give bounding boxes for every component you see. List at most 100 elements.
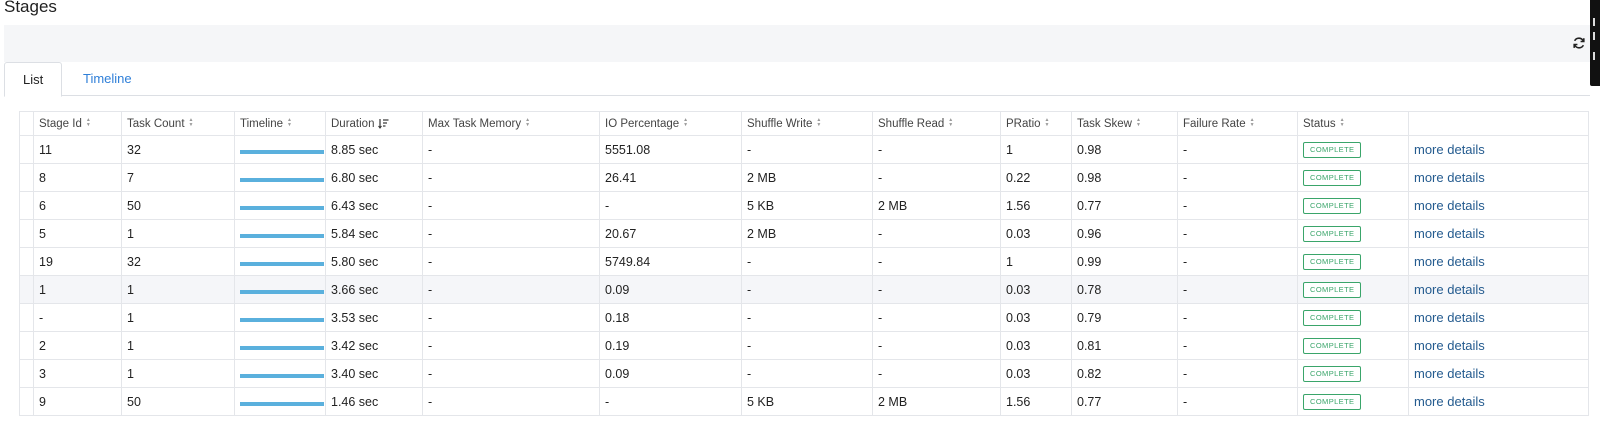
cell-details: more details bbox=[1408, 163, 1589, 192]
timeline-bar[interactable] bbox=[240, 317, 324, 322]
sort-desc-icon[interactable] bbox=[378, 118, 389, 129]
more-details-link[interactable]: more details bbox=[1414, 226, 1485, 241]
cell-failure-rate: - bbox=[1177, 135, 1298, 164]
timeline-bar[interactable] bbox=[240, 345, 324, 350]
column-header-shuffle-read[interactable]: Shuffle Read ▲ ▼ bbox=[872, 111, 1001, 136]
cell-status: COMPLETE bbox=[1297, 275, 1409, 304]
timeline-bar[interactable] bbox=[240, 289, 324, 294]
column-header-label: Duration bbox=[331, 117, 375, 130]
table-row[interactable]: 11 32 8.85 sec -5551.08- -1 0.98- COMPLETE more… bbox=[19, 135, 1589, 164]
cell-max-task-memory: - bbox=[422, 219, 600, 248]
sort-icon[interactable]: ▲ ▼ bbox=[86, 118, 91, 128]
cell-max-task-memory: - bbox=[422, 303, 600, 332]
sort-icon[interactable]: ▲ ▼ bbox=[816, 118, 821, 128]
cell-io-percentage: 0.09 bbox=[599, 275, 742, 304]
sort-icon[interactable]: ▲ ▼ bbox=[1250, 118, 1255, 128]
cell-timeline bbox=[234, 275, 326, 304]
timeline-bar[interactable] bbox=[240, 373, 324, 378]
table-row[interactable]: 6 50 6.43 sec - -5 KB 2 MB 1.56 0.77- COMPLETE mo… bbox=[19, 191, 1589, 220]
cell-status: COMPLETE bbox=[1297, 359, 1409, 388]
cell-shuffle-write: 2 MB bbox=[741, 219, 873, 248]
table-row[interactable]: 5 1 5.84 sec -20.67 2 MB -0.03 0.96- COMPLETE mo… bbox=[19, 219, 1589, 248]
table-row[interactable]: 9 50 1.46 sec - -5 KB 2 MB 1.56 0.77- COMPLETE mo… bbox=[19, 387, 1589, 416]
table-header-row: Stage Id ▲ ▼ Task Count ▲ ▼ Timeline ▲ ▼ Duration… bbox=[19, 111, 1589, 136]
table-row[interactable]: 3 1 3.40 sec -0.09- -0.03 0.82- COMPLETE more d… bbox=[19, 359, 1589, 388]
cell-stage-id: 2 bbox=[33, 331, 122, 360]
cell-pratio: 1.56 bbox=[1000, 387, 1072, 416]
header-spacer bbox=[19, 111, 34, 136]
cell-duration: 3.42 sec bbox=[325, 331, 423, 360]
more-details-link[interactable]: more details bbox=[1414, 142, 1485, 157]
sort-icon[interactable]: ▲ ▼ bbox=[683, 118, 688, 128]
sort-icon[interactable]: ▲ ▼ bbox=[525, 118, 530, 128]
row-spacer bbox=[19, 247, 34, 276]
cell-timeline bbox=[234, 191, 326, 220]
cell-failure-rate: - bbox=[1177, 247, 1298, 276]
timeline-bar[interactable] bbox=[240, 205, 324, 210]
toolbar-strip bbox=[4, 25, 1590, 62]
cell-shuffle-read: - bbox=[872, 275, 1001, 304]
more-details-link[interactable]: more details bbox=[1414, 310, 1485, 325]
cell-timeline bbox=[234, 219, 326, 248]
cell-shuffle-read: - bbox=[872, 359, 1001, 388]
row-spacer bbox=[19, 275, 34, 304]
more-details-link[interactable]: more details bbox=[1414, 366, 1485, 381]
cell-failure-rate: - bbox=[1177, 191, 1298, 220]
more-details-link[interactable]: more details bbox=[1414, 282, 1485, 297]
sort-icon[interactable]: ▲ ▼ bbox=[189, 118, 194, 128]
cell-io-percentage: 0.19 bbox=[599, 331, 742, 360]
timeline-bar[interactable] bbox=[240, 233, 324, 238]
column-header-task-skew[interactable]: Task Skew ▲ ▼ bbox=[1071, 111, 1178, 136]
cell-max-task-memory: - bbox=[422, 387, 600, 416]
column-header-io-percentage[interactable]: IO Percentage ▲ ▼ bbox=[599, 111, 742, 136]
timeline-bar[interactable] bbox=[240, 177, 324, 182]
column-header-stage-id[interactable]: Stage Id ▲ ▼ bbox=[33, 111, 122, 136]
tab-timeline[interactable]: Timeline bbox=[65, 62, 150, 96]
timeline-bar[interactable] bbox=[240, 401, 324, 406]
sort-icon[interactable]: ▲ ▼ bbox=[948, 118, 953, 128]
table-row[interactable]: 2 1 3.42 sec -0.19- -0.03 0.81- COMPLETE more d… bbox=[19, 331, 1589, 360]
cell-task-skew: 0.96 bbox=[1071, 219, 1178, 248]
more-details-link[interactable]: more details bbox=[1414, 198, 1485, 213]
timeline-bar[interactable] bbox=[240, 261, 324, 266]
stages-page: Stages List Timeline Stage Id ▲ ▼ Task C… bbox=[0, 0, 1600, 447]
row-spacer bbox=[19, 191, 34, 220]
table-row[interactable]: 19 32 5.80 sec -5749.84- -1 0.99- COMPLETE more… bbox=[19, 247, 1589, 276]
sort-icon[interactable]: ▲ ▼ bbox=[287, 118, 292, 128]
cell-timeline bbox=[234, 135, 326, 164]
cell-task-count: 32 bbox=[121, 135, 235, 164]
column-header-pratio[interactable]: PRatio ▲ ▼ bbox=[1000, 111, 1072, 136]
column-header-max-task-memory[interactable]: Max Task Memory ▲ ▼ bbox=[422, 111, 600, 136]
table-row[interactable]: 8 7 6.80 sec -26.41 2 MB -0.22 0.98- COMPLETE mo… bbox=[19, 163, 1589, 192]
column-header-failure-rate[interactable]: Failure Rate ▲ ▼ bbox=[1177, 111, 1298, 136]
sort-icon[interactable]: ▲ ▼ bbox=[1045, 118, 1050, 128]
table-row[interactable]: 1 1 3.66 sec -0.09- -0.03 0.78- COMPLETE more d… bbox=[19, 275, 1589, 304]
cell-status: COMPLETE bbox=[1297, 135, 1409, 164]
cell-max-task-memory: - bbox=[422, 191, 600, 220]
cell-shuffle-read: - bbox=[872, 135, 1001, 164]
cell-timeline bbox=[234, 387, 326, 416]
column-header-timeline[interactable]: Timeline ▲ ▼ bbox=[234, 111, 326, 136]
column-header-status[interactable]: Status ▲ ▼ bbox=[1297, 111, 1409, 136]
more-details-link[interactable]: more details bbox=[1414, 254, 1485, 269]
column-header-task-count[interactable]: Task Count ▲ ▼ bbox=[121, 111, 235, 136]
side-panel-handle[interactable] bbox=[1590, 0, 1600, 86]
cell-duration: 6.43 sec bbox=[325, 191, 423, 220]
sort-icon[interactable]: ▲ ▼ bbox=[1340, 118, 1345, 128]
more-details-link[interactable]: more details bbox=[1414, 338, 1485, 353]
cell-status: COMPLETE bbox=[1297, 219, 1409, 248]
column-header-label: Stage Id bbox=[39, 117, 82, 130]
cell-details: more details bbox=[1408, 275, 1589, 304]
column-header-duration[interactable]: Duration bbox=[325, 111, 423, 136]
more-details-link[interactable]: more details bbox=[1414, 170, 1485, 185]
column-header-label: Timeline bbox=[240, 117, 284, 130]
table-row[interactable]: -1 3.53 sec -0.18- -0.03 0.79- COMPLETE more d… bbox=[19, 303, 1589, 332]
timeline-bar[interactable] bbox=[240, 149, 324, 154]
tab-list[interactable]: List bbox=[4, 62, 63, 97]
cell-io-percentage: 0.09 bbox=[599, 359, 742, 388]
more-details-link[interactable]: more details bbox=[1414, 394, 1485, 409]
cell-stage-id: 3 bbox=[33, 359, 122, 388]
column-header-shuffle-write[interactable]: Shuffle Write ▲ ▼ bbox=[741, 111, 873, 136]
refresh-icon[interactable] bbox=[1572, 36, 1586, 50]
sort-icon[interactable]: ▲ ▼ bbox=[1136, 118, 1141, 128]
